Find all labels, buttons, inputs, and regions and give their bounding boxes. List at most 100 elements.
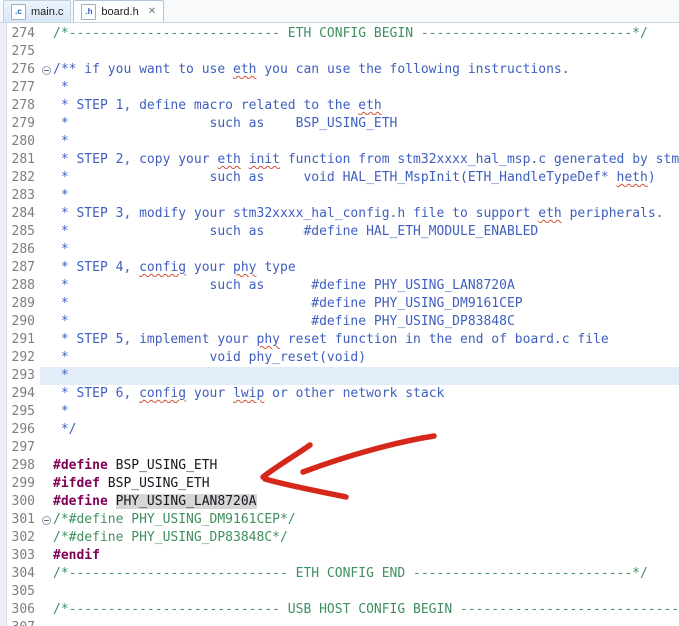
fold-gutter	[40, 169, 53, 187]
code-line: 307	[0, 619, 679, 626]
code-line: 292 * void phy_reset(void)	[0, 349, 679, 367]
code-line: 284 * STEP 3, modify your stm32xxxx_hal_…	[0, 205, 679, 223]
occurrence-highlight: PHY_USING_LAN8720A	[115, 494, 257, 509]
fold-gutter	[40, 619, 53, 626]
code-text: * STEP 3, modify your stm32xxxx_hal_conf…	[53, 206, 664, 221]
code-line: 297	[0, 439, 679, 457]
code-editor[interactable]: 274/*--------------------------- ETH CON…	[0, 23, 679, 626]
fold-gutter	[40, 331, 53, 349]
code-line: 299 #ifdef BSP_USING_ETH	[0, 475, 679, 493]
code-text: /*--------------------------- ETH CONFIG…	[53, 26, 648, 41]
code-text: #define BSP_USING_ETH	[53, 458, 218, 473]
tab-label: board.h	[101, 5, 139, 18]
fold-gutter	[40, 475, 53, 493]
code-text: *	[53, 404, 69, 419]
fold-gutter	[40, 241, 53, 259]
code-line: 291 * STEP 5, implement your phy reset f…	[0, 331, 679, 349]
fold-gutter	[40, 493, 53, 511]
fold-gutter	[40, 151, 53, 169]
code-text: *	[53, 80, 69, 95]
close-tab-icon[interactable]: ✕	[148, 6, 156, 17]
code-area: 274/*--------------------------- ETH CON…	[0, 25, 679, 626]
code-text: #endif	[53, 548, 100, 563]
fold-gutter	[40, 97, 53, 115]
code-line: 289 * #define PHY_USING_DM9161CEP	[0, 295, 679, 313]
code-line: 283 *	[0, 187, 679, 205]
code-line: 295 *	[0, 403, 679, 421]
code-text: #define PHY_USING_LAN8720A	[53, 494, 257, 509]
fold-gutter	[40, 295, 53, 313]
code-line: 304/*---------------------------- ETH CO…	[0, 565, 679, 583]
fold-gutter	[40, 223, 53, 241]
code-line: 288 * such as #define PHY_USING_LAN8720A	[0, 277, 679, 295]
code-line: 277 *	[0, 79, 679, 97]
fold-gutter	[40, 43, 53, 61]
code-line: 281 * STEP 2, copy your eth init functio…	[0, 151, 679, 169]
collapse-minus-icon[interactable]	[42, 65, 51, 75]
fold-gutter[interactable]	[40, 61, 53, 79]
code-text: *	[53, 134, 69, 149]
code-text: * STEP 6, config your lwip or other netw…	[53, 386, 445, 401]
code-line: 305	[0, 583, 679, 601]
code-line: 294 * STEP 6, config your lwip or other …	[0, 385, 679, 403]
code-line: 282 * such as void HAL_ETH_MspInit(ETH_H…	[0, 169, 679, 187]
code-line: 280 *	[0, 133, 679, 151]
code-line: 301/*#define PHY_USING_DM9161CEP*/	[0, 511, 679, 529]
code-line: 306/*--------------------------- USB HOS…	[0, 601, 679, 619]
code-line: 275	[0, 43, 679, 61]
fold-gutter	[40, 565, 53, 583]
fold-gutter	[40, 439, 53, 457]
fold-gutter	[40, 601, 53, 619]
fold-gutter	[40, 205, 53, 223]
editor-tab-bar: .c main.c .h board.h ✕	[0, 0, 679, 23]
fold-gutter	[40, 133, 53, 151]
c-file-icon: .c	[11, 3, 26, 20]
code-text: * STEP 1, define macro related to the et…	[53, 98, 382, 113]
code-text: * such as BSP_USING_ETH	[53, 116, 398, 131]
code-text: /** if you want to use eth you can use t…	[53, 62, 570, 77]
code-text: * such as void HAL_ETH_MspInit(ETH_Handl…	[53, 170, 656, 185]
code-line: 279 * such as BSP_USING_ETH	[0, 115, 679, 133]
code-line: 290 * #define PHY_USING_DP83848C	[0, 313, 679, 331]
code-text: * #define PHY_USING_DP83848C	[53, 314, 515, 329]
code-text: /*---------------------------- ETH CONFI…	[53, 566, 648, 581]
fold-gutter	[40, 403, 53, 421]
code-text: /*#define PHY_USING_DM9161CEP*/	[53, 512, 296, 527]
code-text: */	[53, 422, 77, 437]
code-text: * such as #define HAL_ETH_MODULE_ENABLED	[53, 224, 539, 239]
code-text: * STEP 5, implement your phy reset funct…	[53, 332, 609, 347]
code-line: 296 */	[0, 421, 679, 439]
code-line: 286 *	[0, 241, 679, 259]
code-text: * STEP 4, config your phy type	[53, 260, 296, 275]
fold-gutter	[40, 259, 53, 277]
fold-gutter	[40, 367, 53, 385]
fold-gutter	[40, 457, 53, 475]
tab-main-c[interactable]: .c main.c	[3, 0, 72, 22]
collapse-minus-icon[interactable]	[42, 515, 51, 525]
fold-gutter	[40, 385, 53, 403]
code-text: *	[53, 188, 69, 203]
code-line: 274/*--------------------------- ETH CON…	[0, 25, 679, 43]
annotation-ruler	[0, 23, 7, 626]
tab-board-h[interactable]: .h board.h ✕	[73, 0, 165, 22]
code-text: * such as #define PHY_USING_LAN8720A	[53, 278, 515, 293]
code-line: 285 * such as #define HAL_ETH_MODULE_ENA…	[0, 223, 679, 241]
code-line: 300 #define PHY_USING_LAN8720A	[0, 493, 679, 511]
fold-gutter	[40, 25, 53, 43]
code-text: *	[53, 242, 69, 257]
fold-gutter[interactable]	[40, 511, 53, 529]
fold-gutter	[40, 79, 53, 97]
code-line: 278 * STEP 1, define macro related to th…	[0, 97, 679, 115]
code-line: 298 #define BSP_USING_ETH	[0, 457, 679, 475]
code-line: 293 *	[0, 367, 679, 385]
fold-gutter	[40, 349, 53, 367]
h-file-icon: .h	[81, 3, 97, 20]
code-text: *	[53, 368, 69, 383]
code-line: 287 * STEP 4, config your phy type	[0, 259, 679, 277]
fold-gutter	[40, 583, 53, 601]
code-line: 303 #endif	[0, 547, 679, 565]
